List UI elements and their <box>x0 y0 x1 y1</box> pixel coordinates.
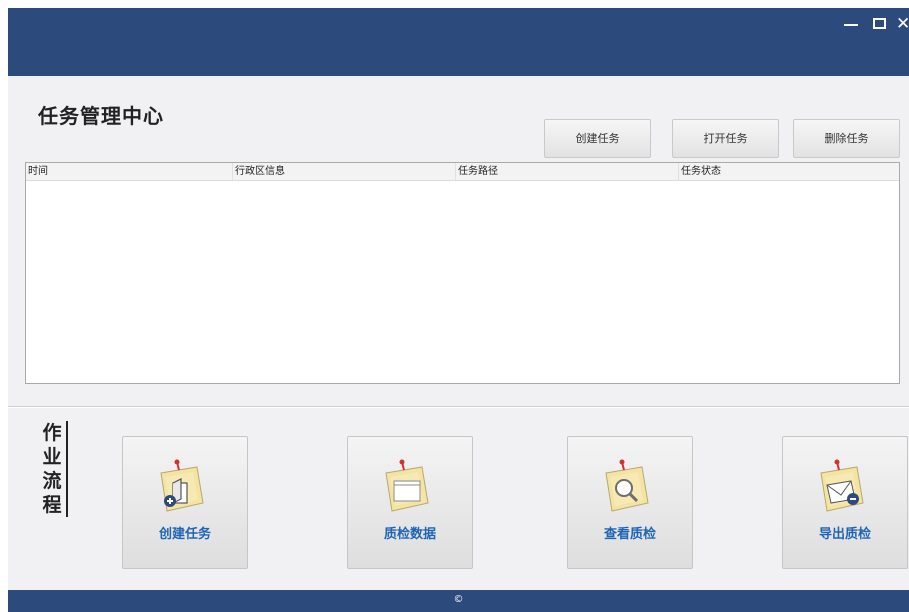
minimize-button[interactable] <box>842 13 860 35</box>
export-inspection-icon <box>820 459 864 512</box>
workflow-label: 查看质检 <box>603 527 656 542</box>
inspect-data-icon <box>385 459 429 512</box>
workflow-label: 导出质检 <box>818 527 871 542</box>
column-header-region[interactable]: 行政区信息 <box>232 163 453 180</box>
workflow-export-inspection-button[interactable]: 导出质检 <box>782 436 908 569</box>
page-title: 任务管理中心 <box>38 104 164 128</box>
status-bar: © <box>8 590 909 612</box>
workflow-title-char: 程 <box>42 494 62 516</box>
workflow-label: 质检数据 <box>383 527 436 542</box>
view-inspection-icon <box>605 459 649 512</box>
workflow-view-inspection-button[interactable]: 查看质检 <box>567 436 693 569</box>
workflow-title: 作 业 流 程 <box>38 421 68 517</box>
close-button[interactable]: ✕ <box>896 13 909 35</box>
workflow-create-task-button[interactable]: 创建任务 <box>122 436 248 569</box>
title-bar: ✕ <box>8 8 909 76</box>
create-task-button[interactable]: 创建任务 <box>544 119 651 158</box>
open-task-button[interactable]: 打开任务 <box>672 119 779 158</box>
copyright-text: © <box>453 594 464 605</box>
workflow-title-char: 作 <box>42 422 62 444</box>
delete-task-button[interactable]: 删除任务 <box>793 119 900 158</box>
workflow-label: 创建任务 <box>158 527 211 542</box>
column-header-status[interactable]: 任务状态 <box>678 163 899 180</box>
workflow-inspect-data-button[interactable]: 质检数据 <box>347 436 473 569</box>
workflow-title-char: 业 <box>42 446 62 468</box>
table-header: 时间 行政区信息 任务路径 任务状态 <box>26 163 899 181</box>
maximize-button[interactable] <box>870 13 888 35</box>
column-header-time[interactable]: 时间 <box>26 163 231 180</box>
column-header-path[interactable]: 任务路径 <box>455 163 676 180</box>
create-task-icon <box>160 459 204 512</box>
minimize-icon <box>844 24 858 26</box>
close-icon: ✕ <box>896 14 909 34</box>
workflow-title-char: 流 <box>42 470 62 492</box>
app-window: ✕ 任务管理中心 创建任务 打开任务 删除任务 时间 行政区信息 任务路径 任务… <box>8 8 909 612</box>
task-table[interactable]: 时间 行政区信息 任务路径 任务状态 <box>25 162 900 384</box>
section-divider-highlight <box>8 407 909 408</box>
maximize-icon <box>873 18 886 29</box>
